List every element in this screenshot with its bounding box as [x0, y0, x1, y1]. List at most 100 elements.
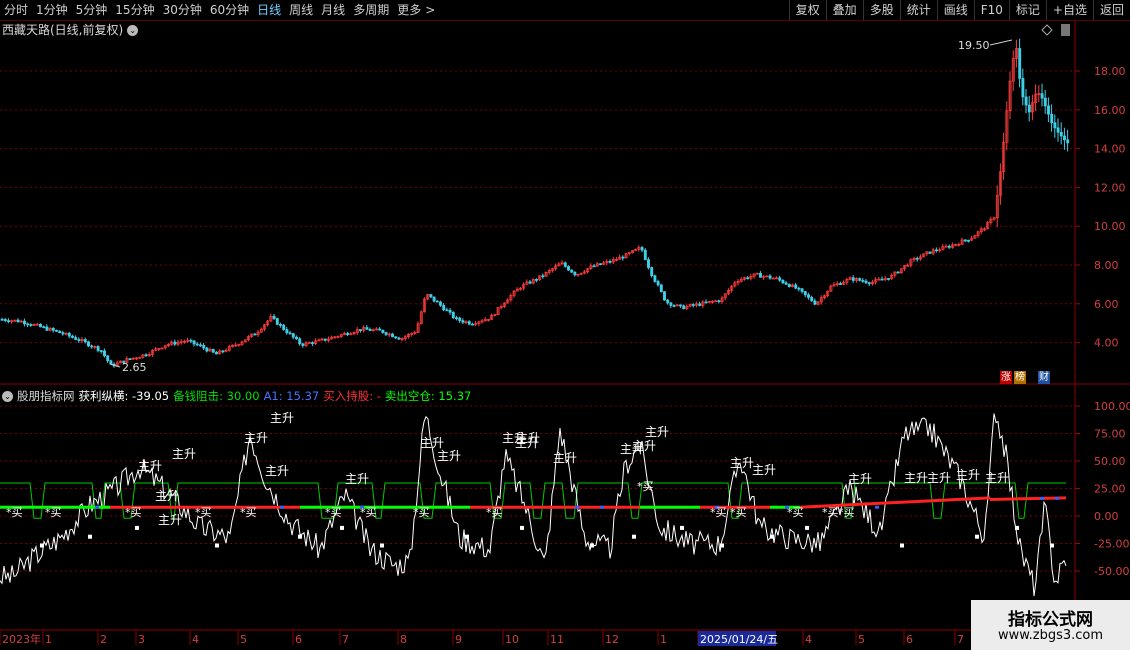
- candle-body: [922, 253, 926, 258]
- candle-body: [643, 249, 647, 260]
- candle-body: [768, 275, 772, 279]
- candle-body: [813, 300, 817, 305]
- ranking-badge[interactable]: 榜: [1014, 371, 1026, 384]
- candle-body: [77, 339, 81, 341]
- candle-body: [39, 323, 42, 328]
- action-button-4[interactable]: 画线: [936, 0, 974, 20]
- candle-body: [605, 260, 609, 264]
- period-tab-7[interactable]: 周线: [285, 0, 317, 20]
- candle-body: [599, 263, 602, 266]
- candle-body: [887, 278, 890, 280]
- action-button-0[interactable]: 复权: [788, 0, 826, 20]
- candle-body: [647, 259, 650, 268]
- indicator-name[interactable]: 股朋指标网: [17, 389, 75, 403]
- candle-body: [691, 304, 695, 306]
- chevron-down-icon[interactable]: ⌄: [2, 391, 13, 402]
- candle-body: [442, 304, 446, 311]
- candle-body: [864, 280, 868, 284]
- action-button-1[interactable]: 叠加: [825, 0, 863, 20]
- candle-body: [979, 228, 983, 233]
- candle-body: [231, 344, 234, 347]
- candle-body: [269, 315, 273, 322]
- action-button-7[interactable]: +自选: [1045, 0, 1093, 20]
- action-button-8[interactable]: 返回: [1092, 0, 1130, 20]
- action-button-5[interactable]: F10: [973, 0, 1009, 20]
- candle-body: [541, 275, 545, 278]
- chevron-right-icon[interactable]: >: [425, 0, 439, 20]
- candle-body: [771, 277, 775, 280]
- candle-body: [183, 340, 186, 343]
- candle-body: [330, 336, 334, 340]
- date-label: 1: [45, 633, 52, 646]
- action-button-3[interactable]: 统计: [899, 0, 937, 20]
- candle-body: [538, 275, 542, 281]
- candle-body: [1040, 93, 1044, 99]
- rise-signal-label: 主升: [730, 456, 754, 470]
- candle-body: [957, 243, 961, 246]
- period-tab-5[interactable]: 60分钟: [206, 0, 253, 20]
- candle-body: [375, 328, 378, 331]
- candle-body: [151, 349, 154, 355]
- dip-marker: [380, 543, 384, 548]
- period-tab-0[interactable]: 分时: [0, 0, 32, 20]
- candle-body: [432, 296, 436, 302]
- candle-body: [480, 320, 484, 323]
- chevron-down-icon[interactable]: ⌄: [127, 25, 139, 36]
- period-tab-10[interactable]: 更多: [393, 0, 425, 20]
- a1-marker: [715, 505, 719, 509]
- candle-body: [154, 348, 158, 351]
- candle-body: [717, 300, 721, 303]
- period-tab-2[interactable]: 5分钟: [72, 0, 112, 20]
- date-label: 10: [505, 633, 519, 646]
- high-price-label: 19.50: [958, 39, 990, 52]
- candle-body: [157, 348, 161, 350]
- scroll-handle-icon[interactable]: [1061, 24, 1070, 36]
- finance-badge[interactable]: 财: [1038, 371, 1050, 384]
- candle-body: [896, 271, 900, 274]
- candle-body: [483, 319, 487, 322]
- candle-body: [637, 247, 641, 250]
- action-button-6[interactable]: 标记: [1008, 0, 1046, 20]
- buy-signal-label: *买: [486, 506, 503, 519]
- candle-body: [458, 317, 462, 321]
- period-tab-3[interactable]: 15分钟: [111, 0, 158, 20]
- price-chart-title[interactable]: 西藏天路(日线,前复权) ⌄: [2, 21, 139, 38]
- period-tab-9[interactable]: 多周期: [349, 0, 393, 20]
- price-tick-label: 14.00: [1094, 143, 1126, 156]
- candle-body: [141, 354, 145, 358]
- limit-up-badge[interactable]: 涨: [1000, 371, 1012, 384]
- rise-signal-label: 主升: [244, 431, 268, 445]
- candle-body: [618, 256, 622, 260]
- action-button-2[interactable]: 多股: [862, 0, 900, 20]
- period-tab-6[interactable]: 日线: [253, 0, 285, 20]
- buy-signal-label: *买: [822, 506, 839, 519]
- period-tab-8[interactable]: 月线: [317, 0, 349, 20]
- candle-body: [224, 349, 228, 352]
- sell-line-label: 卖出空仓: 15.37: [384, 389, 472, 403]
- candle-body: [890, 274, 894, 280]
- candle-body: [634, 248, 638, 251]
- resistance-line: [0, 482, 1066, 519]
- candle-body: [250, 333, 254, 337]
- period-tab-1[interactable]: 1分钟: [32, 0, 72, 20]
- candle-body: [669, 302, 673, 306]
- a1-line-label: A1: 15.37: [263, 389, 320, 403]
- candle-body: [173, 341, 177, 345]
- diamond-icon[interactable]: [1041, 24, 1053, 36]
- candle-body: [567, 266, 570, 271]
- candle-body: [461, 320, 465, 323]
- period-tab-4[interactable]: 30分钟: [159, 0, 206, 20]
- candle-body: [919, 256, 922, 260]
- candle-body: [640, 247, 644, 251]
- chart-canvas[interactable]: 18.0016.0014.0012.0010.008.006.004.00100…: [0, 0, 1130, 650]
- candle-body: [954, 243, 958, 246]
- candle-body: [343, 332, 346, 335]
- rise-signal-label: 主升: [515, 436, 539, 450]
- date-label: 7: [957, 633, 964, 646]
- candle-body: [1037, 93, 1041, 96]
- candle-body: [960, 239, 964, 245]
- dip-marker: [975, 534, 979, 539]
- rise-signal-label: 主升: [155, 489, 179, 503]
- candle-body: [253, 333, 257, 336]
- candle-body: [544, 271, 548, 277]
